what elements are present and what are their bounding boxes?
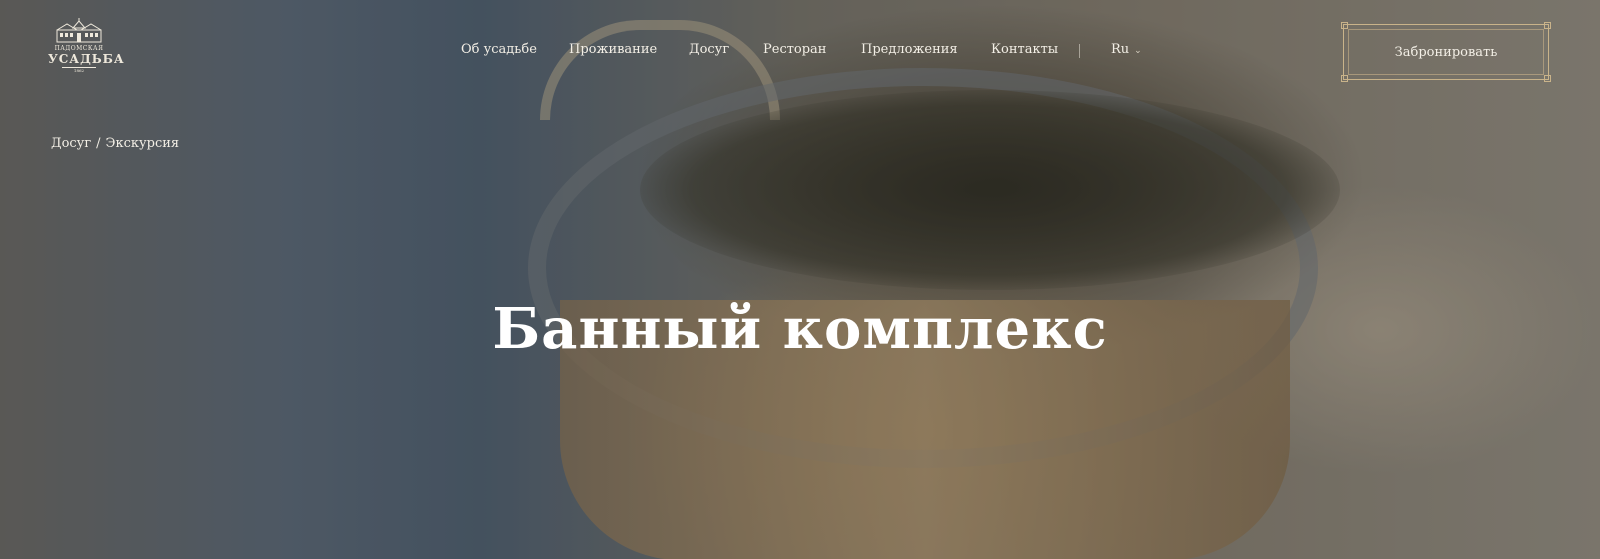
breadcrumb-item-excursion[interactable]: Экскурсия bbox=[106, 136, 180, 151]
nav-item-restaurant[interactable]: Ресторан bbox=[763, 42, 826, 57]
language-selector[interactable]: Ru ⌄ bbox=[1111, 42, 1142, 57]
corner-ornament-icon bbox=[1341, 75, 1348, 82]
nav-item-offers[interactable]: Предложения bbox=[861, 42, 958, 57]
breadcrumb-separator: / bbox=[96, 136, 101, 151]
nav-item-leisure[interactable]: Досуг bbox=[689, 42, 729, 57]
breadcrumb: Досуг / Экскурсия bbox=[51, 136, 179, 151]
breadcrumb-item-leisure[interactable]: Досуг bbox=[51, 136, 91, 151]
hero-section: ПАДОМСКАЯ УСАДЬБА 1862 Об усадьбе Прожив… bbox=[0, 0, 1600, 559]
nav-item-accommodation[interactable]: Проживание bbox=[569, 42, 657, 57]
corner-ornament-icon bbox=[1341, 22, 1348, 29]
nav-item-about[interactable]: Об усадьбе bbox=[461, 42, 537, 57]
nav-item-contacts[interactable]: Контакты bbox=[991, 42, 1058, 57]
manor-logo-icon bbox=[53, 18, 105, 44]
hero-overlay bbox=[0, 0, 1600, 559]
language-label: Ru bbox=[1111, 42, 1130, 57]
logo-year: 1862 bbox=[62, 67, 96, 74]
book-button[interactable]: Забронировать bbox=[1341, 22, 1551, 82]
book-button-label: Забронировать bbox=[1394, 44, 1498, 60]
corner-ornament-icon bbox=[1544, 75, 1551, 82]
corner-ornament-icon bbox=[1544, 22, 1551, 29]
page-title: Банный комплекс bbox=[492, 295, 1108, 362]
chevron-down-icon: ⌄ bbox=[1134, 46, 1142, 56]
nav-divider bbox=[1079, 44, 1080, 58]
